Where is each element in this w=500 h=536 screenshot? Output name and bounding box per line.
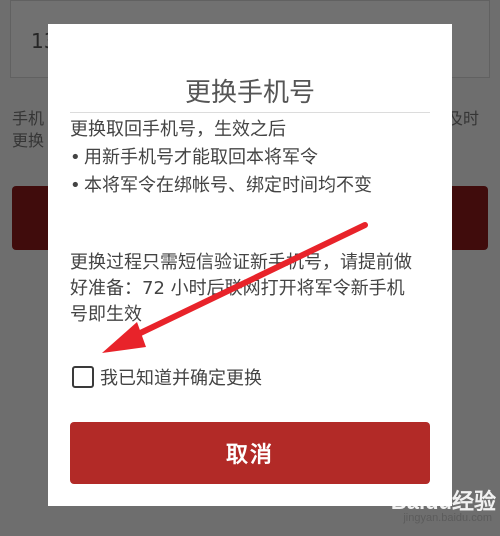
bullet-marker: •	[70, 175, 81, 196]
change-phone-dialog: 更换手机号 更换取回手机号，生效之后 • 用新手机号才能取回本将军令 • 本将军…	[48, 24, 452, 506]
cancel-button[interactable]: 取消	[70, 422, 430, 484]
baidu-watermark: Baidu经验 jingyan.baidu.com	[378, 480, 496, 532]
bullet-text: 用新手机号才能取回本将军令	[84, 147, 318, 168]
confirm-row[interactable]: 我已知道并确定更换	[72, 364, 262, 390]
dialog-title: 更换手机号	[184, 78, 315, 108]
list-item: • 用新手机号才能取回本将军令	[70, 145, 430, 171]
cancel-button-label: 取消	[225, 443, 274, 468]
intro-text: 更换取回手机号，生效之后	[70, 119, 286, 140]
confirm-checkbox[interactable]	[72, 366, 94, 388]
process-description: 更换过程只需短信验证新手机号，请提前做好准备：72 小时后联网打开将军令新手机号…	[70, 252, 412, 325]
watermark-url: jingyan.baidu.com	[403, 512, 492, 524]
confirm-label[interactable]: 我已知道并确定更换	[100, 364, 262, 390]
title-divider	[70, 112, 430, 113]
bullet-list: • 用新手机号才能取回本将军令 • 本将军令在绑帐号、绑定时间均不变	[70, 145, 430, 201]
list-item: • 本将军令在绑帐号、绑定时间均不变	[70, 173, 430, 199]
bullet-marker: •	[70, 147, 81, 168]
bullet-text: 本将军令在绑帐号、绑定时间均不变	[84, 175, 372, 196]
